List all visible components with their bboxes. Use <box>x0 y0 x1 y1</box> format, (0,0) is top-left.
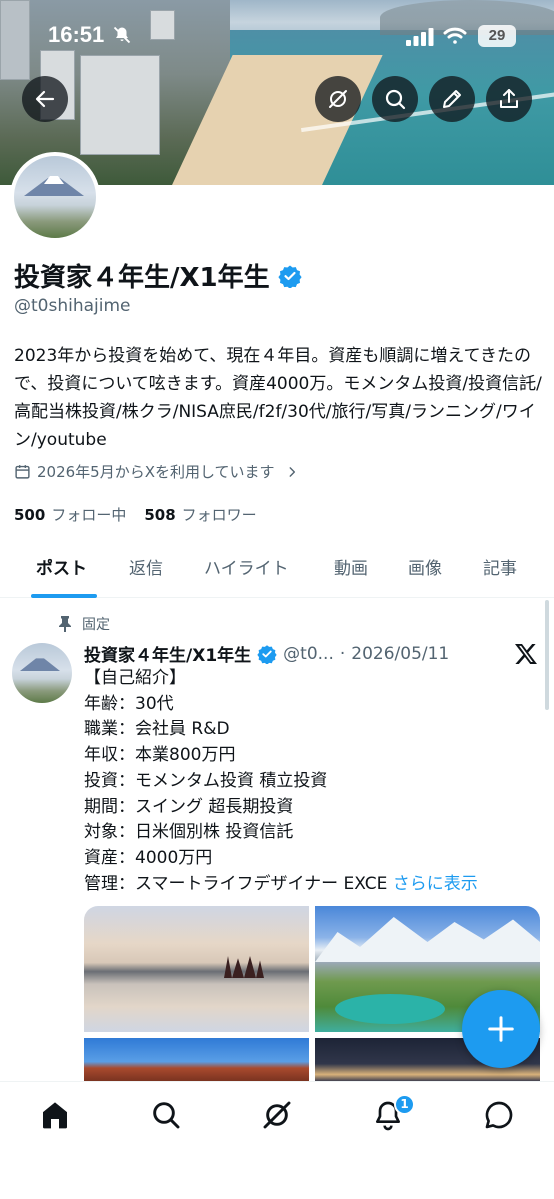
profile-tabs: ポスト 返信 ハイライト 動画 画像 記事 <box>0 540 554 598</box>
back-button[interactable] <box>22 76 68 122</box>
followers-count: 508 <box>144 506 176 524</box>
back-arrow-icon <box>35 90 55 108</box>
search-icon <box>385 89 406 110</box>
following-link[interactable]: 500 フォロー中 <box>14 504 126 525</box>
search-button[interactable] <box>372 76 418 122</box>
scrollbar[interactable] <box>545 600 549 710</box>
bottom-navigation: 1 <box>0 1081 554 1199</box>
tab-highlights[interactable]: ハイライト <box>204 554 289 579</box>
share-button[interactable] <box>486 76 532 122</box>
post-separator: · <box>339 643 346 664</box>
edit-pencil-icon <box>443 90 461 108</box>
search-icon <box>153 1102 180 1129</box>
plus-icon <box>488 1016 514 1042</box>
profile-bio: 2023年から投資を始めて、現在４年目。資産も順調に増えてきたので、投資について… <box>14 346 542 450</box>
grok-icon <box>263 1101 291 1129</box>
post-header: 投資家４年生/X1年生 @t0... · 2026/05/11 <box>84 641 449 667</box>
nav-grok[interactable] <box>260 1098 294 1132</box>
chevron-right-icon <box>289 466 295 477</box>
notification-badge: 1 <box>394 1094 415 1115</box>
tab-posts[interactable]: ポスト <box>36 554 87 579</box>
profile-avatar[interactable] <box>10 152 100 242</box>
following-count: 500 <box>14 506 46 524</box>
tab-articles[interactable]: 記事 <box>483 554 517 579</box>
joined-text: 2026年5月からXを利用しています <box>37 463 275 481</box>
profile-name-row: 投資家４年生/X1年生 <box>14 257 302 294</box>
grok-icon <box>329 90 347 108</box>
tab-photos[interactable]: 画像 <box>408 554 442 579</box>
post-author-handle: @t0... <box>283 643 334 664</box>
banner-building <box>80 55 160 155</box>
x-logo-icon[interactable] <box>514 642 538 666</box>
tab-active-indicator <box>31 594 97 598</box>
post-text[interactable]: 【自己紹介】 年齢：30代 職業：会社員 R&D 年収：本業800万円 投資：モ… <box>84 666 544 897</box>
pin-icon <box>59 616 71 632</box>
battery-icon: 29 <box>478 25 516 47</box>
post-image-rock[interactable] <box>84 1038 309 1081</box>
edit-button[interactable] <box>429 76 475 122</box>
pinned-text: 固定 <box>82 617 110 633</box>
avatar-snow <box>44 176 64 184</box>
profile-handle: @t0shihajime <box>14 296 131 316</box>
post-author-name[interactable]: 投資家４年生/X1年生 <box>84 641 251 666</box>
signal-icon <box>406 28 434 46</box>
home-icon <box>43 1102 67 1129</box>
grok-button[interactable] <box>315 76 361 122</box>
avatar-mountain <box>20 658 60 671</box>
image-peaks <box>315 917 540 962</box>
verified-badge-icon[interactable] <box>278 264 302 288</box>
image-silhouettes <box>224 956 264 978</box>
joined-date[interactable]: 2026年5月からXを利用しています <box>14 461 299 482</box>
calendar-icon <box>15 465 30 479</box>
status-bar: 16:51 29 <box>0 20 554 54</box>
post-image-salt-flat[interactable] <box>84 906 309 1032</box>
nav-home[interactable] <box>38 1098 72 1132</box>
post-body-text: 【自己紹介】 年齢：30代 職業：会社員 R&D 年収：本業800万円 投資：モ… <box>84 668 388 894</box>
post-date[interactable]: 2026/05/11 <box>351 644 449 664</box>
status-time: 16:51 <box>48 22 105 47</box>
profile-name: 投資家４年生/X1年生 <box>14 263 270 293</box>
tab-videos[interactable]: 動画 <box>334 554 368 579</box>
share-icon <box>500 89 518 108</box>
nav-search[interactable] <box>149 1098 183 1132</box>
show-more-link[interactable]: さらに表示 <box>393 874 478 894</box>
messages-icon <box>485 1101 513 1129</box>
tab-replies[interactable]: 返信 <box>129 554 163 579</box>
post-author-avatar[interactable] <box>12 643 72 703</box>
followers-link[interactable]: 508 フォロワー <box>144 504 256 525</box>
following-label: フォロー中 <box>51 506 127 524</box>
followers-label: フォロワー <box>181 506 257 524</box>
follow-stats: 500 フォロー中 508 フォロワー <box>14 504 257 525</box>
bell-off-icon <box>113 26 131 44</box>
nav-messages[interactable] <box>482 1098 516 1132</box>
verified-badge-icon <box>257 644 277 664</box>
compose-button[interactable] <box>462 990 540 1068</box>
wifi-icon <box>443 27 467 44</box>
pinned-label: 固定 <box>58 614 110 634</box>
image-lake <box>335 994 445 1024</box>
